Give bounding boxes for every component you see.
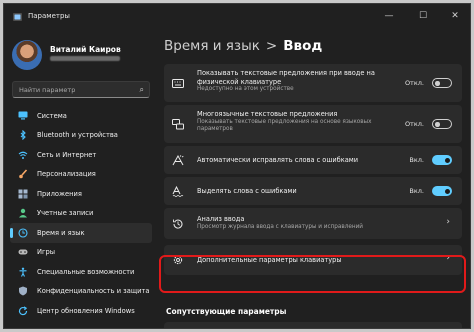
sidebar-item-label: Персонализация	[37, 170, 96, 179]
sidebar-nav: Система Bluetooth и устройства Сеть и Ин…	[10, 106, 152, 321]
history-icon	[172, 218, 184, 230]
shield-icon	[18, 286, 28, 296]
search-icon: ⌕	[139, 85, 144, 94]
keyboard-icon	[172, 77, 184, 89]
related-settings-title: Сопутствующие параметры	[166, 307, 287, 316]
setting-title: Автоматически исправлять слова с ошибкам…	[197, 156, 359, 164]
sidebar-item-accessibility[interactable]: Специальные возможности	[10, 262, 152, 282]
search-placeholder: Найти параметр	[19, 86, 76, 94]
brush-icon	[18, 169, 28, 179]
update-icon	[18, 306, 28, 316]
sidebar-item-bluetooth[interactable]: Bluetooth и устройства	[10, 126, 152, 146]
monitor-icon	[18, 111, 28, 121]
close-icon: ✕	[451, 11, 459, 21]
settings-app-icon	[13, 13, 22, 21]
breadcrumb-separator: >	[265, 38, 278, 54]
sidebar-item-privacy[interactable]: Конфиденциальность и защита	[10, 282, 152, 302]
setting-subtitle-line2: параметров	[197, 125, 233, 132]
user-email-blurred	[50, 56, 120, 61]
maximize-button[interactable]: ☐	[412, 8, 434, 24]
toggle-state-label: Вкл.	[409, 187, 424, 195]
sidebar-item-apps[interactable]: Приложения	[10, 184, 152, 204]
setting-multilingual-suggestions[interactable]: Многоязычные текстовые предложения Показ…	[164, 105, 462, 143]
minimize-button[interactable]: —	[378, 8, 400, 24]
sidebar-item-time-language[interactable]: Время и язык	[10, 223, 152, 243]
setting-typing-insights[interactable]: Анализ ввода Просмотр журнала ввода с кл…	[164, 208, 462, 239]
setting-autocorrect[interactable]: Автоматически исправлять слова с ошибкам…	[164, 146, 462, 174]
setting-title: Многоязычные текстовые предложения	[197, 110, 338, 118]
sidebar-item-label: Сеть и Интернет	[37, 150, 97, 159]
physical-keyboard-suggestions-toggle[interactable]	[432, 78, 452, 88]
search-input[interactable]: Найти параметр ⌕	[12, 81, 150, 98]
avatar[interactable]	[12, 40, 42, 70]
sidebar-item-label: Система	[37, 111, 67, 120]
sidebar-item-gaming[interactable]: Игры	[10, 243, 152, 263]
breadcrumb: Время и язык > Ввод	[164, 38, 322, 54]
sidebar-item-label: Bluetooth и устройства	[37, 131, 118, 140]
globe-clock-icon	[18, 228, 28, 238]
bluetooth-icon	[18, 130, 28, 141]
multilingual-suggestions-toggle[interactable]	[432, 119, 452, 129]
settings-window: Параметры — ☐ ✕ Виталий Каиров Найти пар…	[3, 3, 471, 329]
maximize-icon: ☐	[418, 11, 428, 21]
sidebar-item-network[interactable]: Сеть и Интернет	[10, 145, 152, 165]
wifi-icon	[18, 150, 28, 160]
person-icon	[18, 208, 28, 218]
sidebar-item-label: Конфиденциальность и защита	[37, 287, 150, 296]
close-button[interactable]: ✕	[444, 8, 466, 24]
sidebar-item-label: Приложения	[37, 189, 82, 198]
sidebar-item-personalization[interactable]: Персонализация	[10, 165, 152, 185]
related-setting-card[interactable]	[164, 322, 462, 328]
toggle-state-label: Вкл.	[409, 156, 424, 164]
highlight-misspelled-toggle[interactable]	[432, 186, 452, 196]
sidebar-item-label: Учетные записи	[37, 209, 94, 218]
sidebar-item-label: Центр обновления Windows	[37, 306, 135, 315]
chevron-right-icon: ›	[446, 217, 450, 227]
sidebar-item-windows-update[interactable]: Центр обновления Windows	[10, 301, 152, 321]
setting-subtitle: Просмотр журнала ввода с клавиатуры и ис…	[197, 223, 363, 230]
gamepad-icon	[18, 247, 28, 257]
setting-title: Выделять слова с ошибками	[197, 187, 297, 195]
setting-subtitle: Недоступно на этом устройстве	[197, 86, 294, 93]
sidebar-item-system[interactable]: Система	[10, 106, 152, 126]
setting-title: Анализ ввода	[197, 215, 245, 223]
setting-physical-keyboard-suggestions[interactable]: Показывать текстовые предложения при вво…	[164, 64, 462, 102]
toggle-state-label: Откл.	[404, 79, 424, 87]
toggle-state-label: Откл.	[404, 120, 424, 128]
autocorrect-icon	[172, 154, 184, 166]
red-highlight-frame	[159, 255, 466, 293]
title-bar: Параметры — ☐ ✕	[4, 4, 470, 30]
user-name: Виталий Каиров	[50, 45, 121, 54]
page-title: Ввод	[283, 38, 323, 54]
sidebar-item-label: Время и язык	[37, 228, 85, 237]
apps-icon	[18, 189, 28, 199]
spellcheck-icon	[172, 185, 184, 197]
breadcrumb-parent[interactable]: Время и язык	[164, 38, 260, 54]
multilingual-icon	[172, 118, 184, 130]
setting-title-line2: физической клавиатуре	[197, 77, 282, 86]
sidebar: Виталий Каиров Найти параметр ⌕ Система …	[4, 30, 154, 328]
sidebar-item-accounts[interactable]: Учетные записи	[10, 204, 152, 224]
sidebar-item-label: Игры	[37, 248, 56, 257]
accessibility-icon	[18, 267, 28, 277]
settings-list: Показывать текстовые предложения при вво…	[164, 64, 462, 278]
minimize-icon: —	[384, 11, 394, 21]
setting-title: Показывать текстовые предложения при вво…	[197, 69, 375, 77]
setting-highlight-misspelled[interactable]: Выделять слова с ошибками Вкл.	[164, 177, 462, 205]
autocorrect-toggle[interactable]	[432, 155, 452, 165]
sidebar-item-label: Специальные возможности	[37, 267, 135, 276]
setting-subtitle: Показывать текстовые предложения на осно…	[197, 118, 372, 125]
window-title: Параметры	[28, 12, 70, 20]
